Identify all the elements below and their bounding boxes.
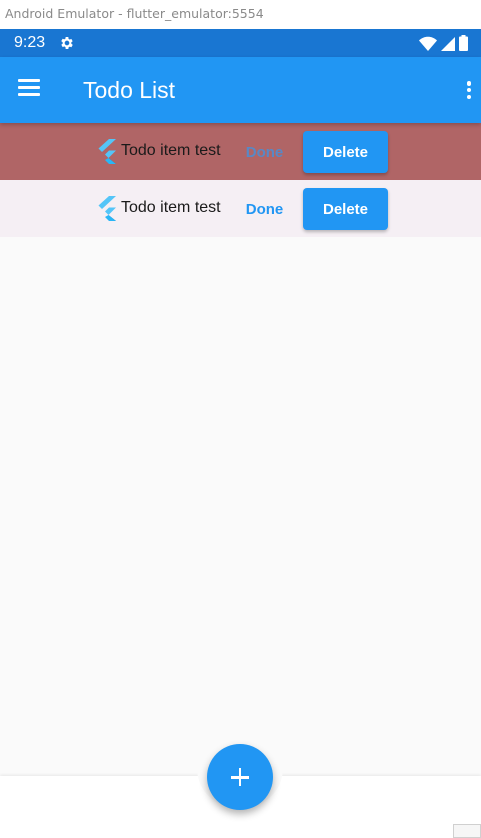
todo-item-text: Todo item test: [121, 199, 221, 216]
todo-item-text: Todo item test: [121, 142, 221, 159]
app-bar: Todo List: [0, 57, 481, 123]
more-vert-icon[interactable]: [465, 79, 473, 101]
wifi-icon: [419, 36, 437, 51]
flutter-logo-icon: [98, 139, 116, 164]
window-resize-grip[interactable]: [453, 824, 481, 838]
done-button[interactable]: Done: [237, 136, 292, 168]
status-bar: 9:23: [0, 29, 481, 57]
done-button[interactable]: Done: [237, 193, 292, 225]
delete-button[interactable]: Delete: [303, 131, 388, 173]
menu-icon[interactable]: [18, 79, 42, 101]
window-titlebar: Android Emulator - flutter_emulator:5554: [0, 0, 481, 29]
todo-item[interactable]: Todo item test Done Delete: [0, 123, 481, 180]
flutter-logo-icon: [98, 196, 116, 221]
gear-icon: [61, 37, 73, 49]
battery-icon: [459, 35, 468, 51]
todo-list: Todo item test Done Delete Todo item tes…: [0, 123, 481, 776]
add-todo-button[interactable]: [207, 744, 273, 810]
emulator-window: Android Emulator - flutter_emulator:5554…: [0, 0, 481, 838]
window-title: Android Emulator - flutter_emulator:5554: [5, 6, 264, 21]
status-icons: [419, 35, 468, 51]
status-time: 9:23: [14, 34, 46, 51]
todo-item[interactable]: Todo item test Done Delete: [0, 180, 481, 237]
delete-button[interactable]: Delete: [303, 188, 388, 230]
app-title: Todo List: [83, 77, 176, 103]
signal-icon: [441, 37, 455, 51]
